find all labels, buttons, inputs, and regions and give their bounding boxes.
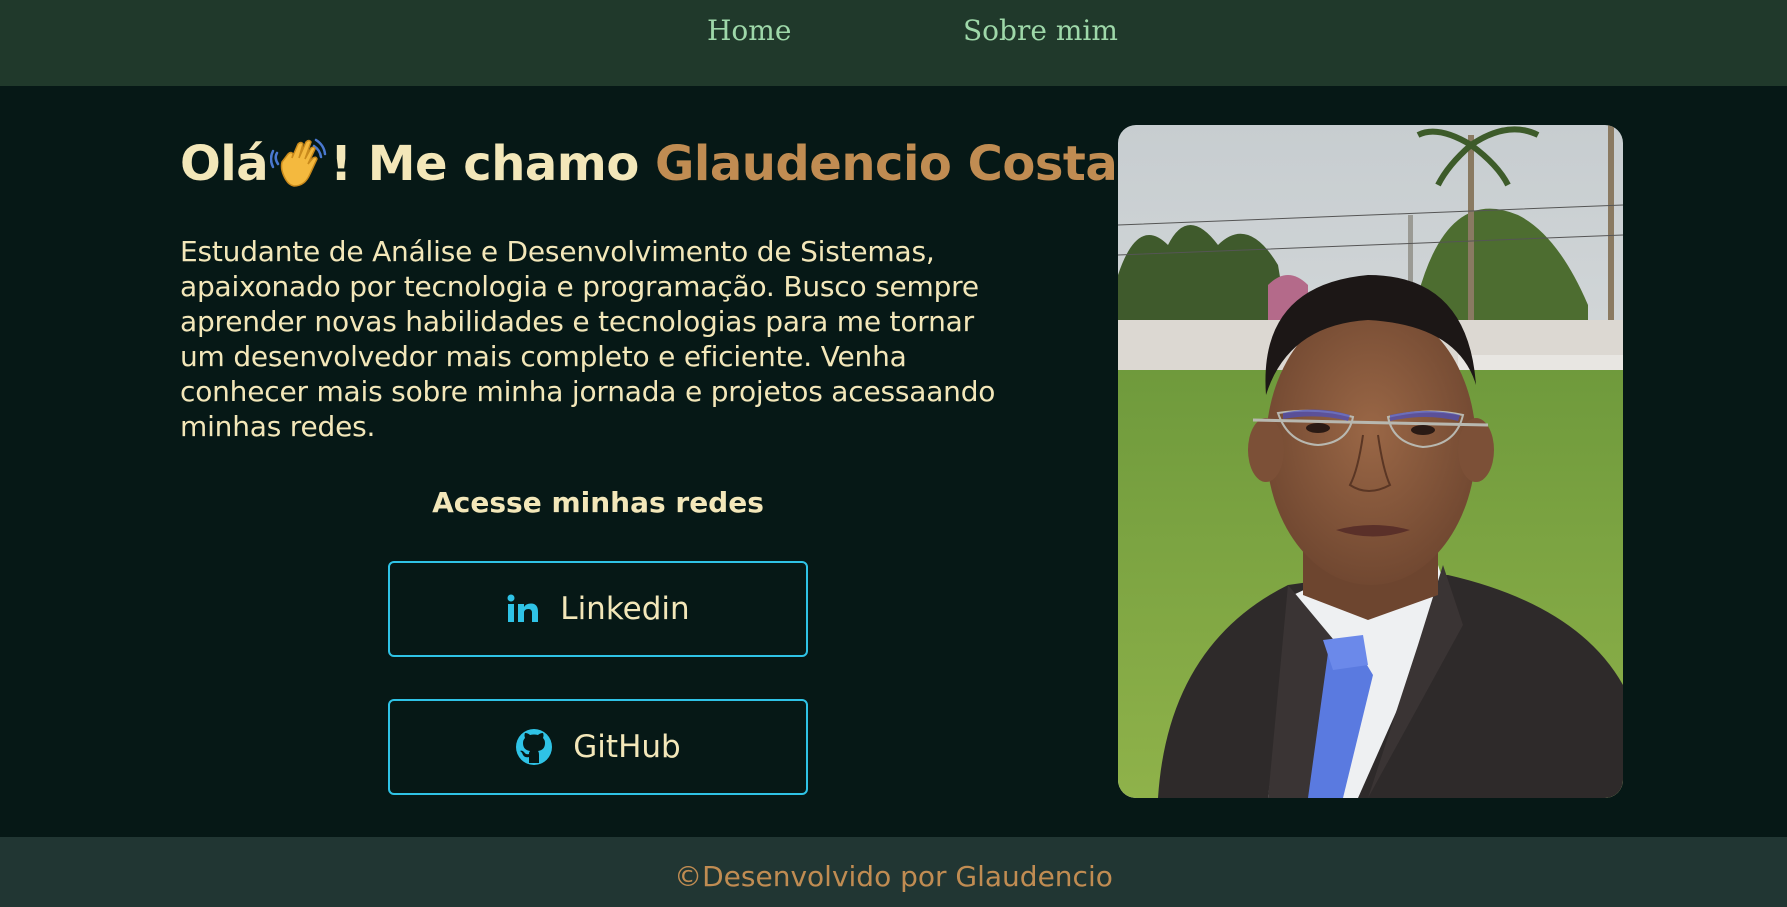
author-name: Glaudencio Costa xyxy=(655,136,1118,192)
intro-paragraph: Estudante de Análise e Desenvolvimento d… xyxy=(180,235,996,443)
top-nav: Home Sobre mim xyxy=(0,0,1787,86)
socials-heading: Acesse minhas redes xyxy=(432,486,764,519)
footer: ©Desenvolvido por Glaudencio xyxy=(0,837,1787,907)
github-icon xyxy=(515,728,553,766)
nav-link-about[interactable]: Sobre mim xyxy=(963,14,1118,47)
nav-link-home[interactable]: Home xyxy=(707,14,791,47)
hero-title: Olá ! Me chamo Glaudencio Costa xyxy=(180,134,1118,192)
profile-photo xyxy=(1118,125,1623,798)
greeting-rest-text: ! Me chamo xyxy=(330,136,656,192)
waving-hand-icon xyxy=(269,134,328,190)
footer-credit: ©Desenvolvido por Glaudencio xyxy=(674,860,1113,893)
github-label: GitHub xyxy=(573,729,681,765)
linkedin-button[interactable]: Linkedin xyxy=(388,561,808,657)
linkedin-label: Linkedin xyxy=(560,591,690,627)
github-button[interactable]: GitHub xyxy=(388,699,808,795)
linkedin-icon xyxy=(506,594,540,624)
greeting-text: Olá xyxy=(180,136,269,192)
